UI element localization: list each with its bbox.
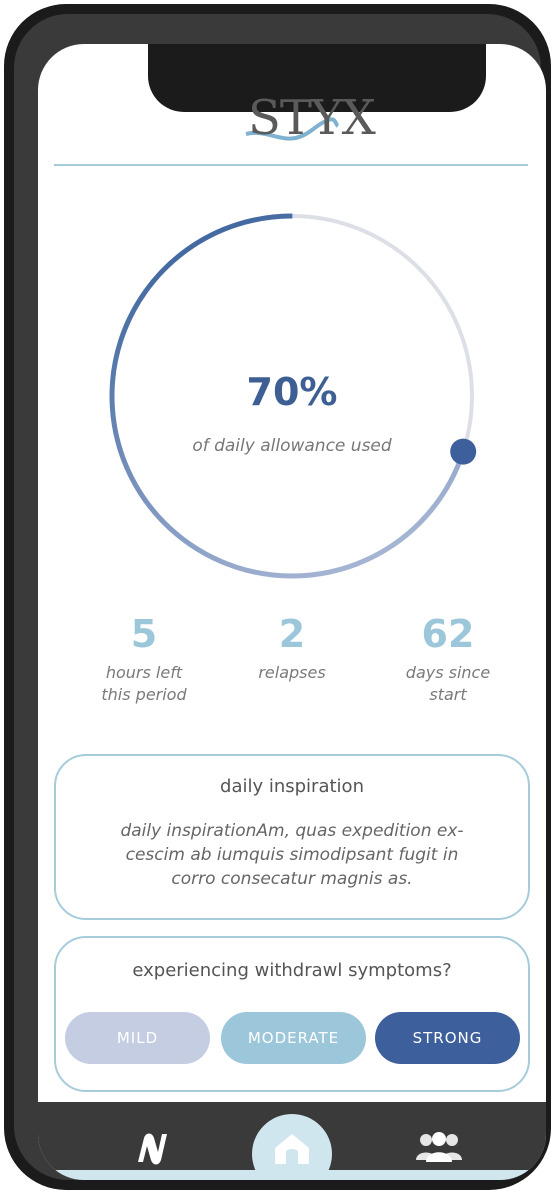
mild-button[interactable]: MILD — [65, 1012, 210, 1064]
stat-label: days since start — [378, 662, 518, 706]
inspiration-text: daily inspirationAm, quas expedition ex-… — [56, 819, 528, 891]
strong-button[interactable]: STRONG — [375, 1012, 520, 1064]
stat-value: 62 — [421, 612, 475, 656]
stat-value: 2 — [278, 612, 306, 656]
moderate-button[interactable]: MODERATE — [221, 1012, 366, 1064]
percent-caption: of daily allowance used — [192, 436, 392, 456]
stat-value: 5 — [130, 612, 158, 656]
phone-bezel: STYX 70% of daily allowance used 5 hours… — [14, 14, 546, 1180]
inspiration-line: daily inspirationAm, quas expedition ex- — [120, 821, 464, 841]
stat-label-line1: hours left — [105, 663, 183, 682]
community-icon[interactable] — [414, 1130, 464, 1162]
phone-frame: STYX 70% of daily allowance used 5 hours… — [4, 4, 551, 1190]
inspiration-title: daily inspiration — [220, 776, 364, 797]
stat-label: hours left this period — [74, 662, 214, 706]
inspiration-line: corro consecatur magnis as. — [171, 869, 413, 889]
logo-n-icon[interactable] — [134, 1130, 170, 1166]
progress-ring — [109, 213, 477, 579]
inspiration-card: daily inspiration daily inspirationAm, q… — [54, 754, 530, 920]
stat-label: relapses — [222, 662, 362, 684]
stat-hours-left: 5 hours left this period — [74, 612, 214, 706]
screen: STYX 70% of daily allowance used 5 hours… — [38, 44, 546, 1180]
symptoms-title: experiencing withdrawl symptoms? — [132, 960, 452, 981]
percent-value: 70% — [246, 370, 338, 414]
inspiration-line: cescim ab iumquis simodipsant fugit in — [125, 845, 459, 865]
home-icon[interactable] — [272, 1130, 312, 1166]
stat-days-since-start: 62 days since start — [378, 612, 518, 706]
stat-label-line2: this period — [101, 685, 187, 704]
stat-relapses: 2 relapses — [222, 612, 362, 684]
stat-label-line2: start — [429, 685, 467, 704]
stat-label-line1: days since — [405, 663, 491, 682]
stat-label-line1: relapses — [258, 663, 326, 682]
